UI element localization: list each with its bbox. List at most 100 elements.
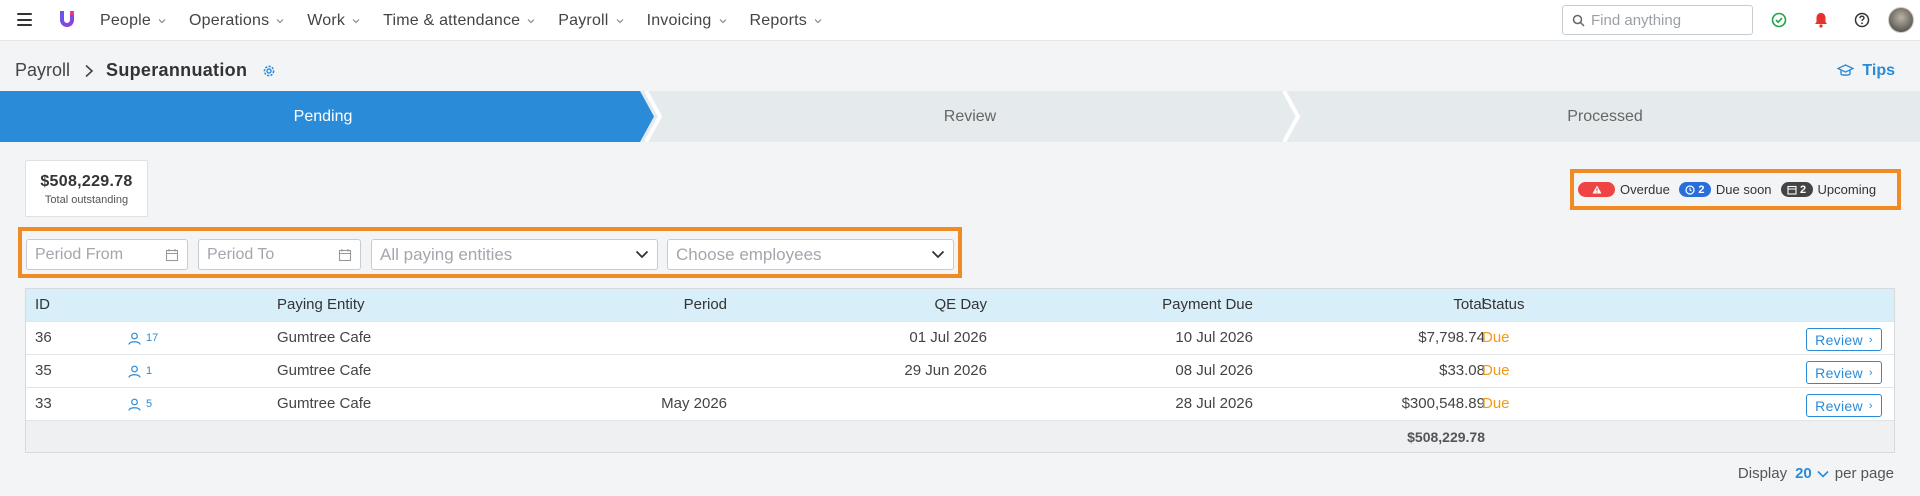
step-pending[interactable]: Pending (0, 91, 646, 142)
page-size-select[interactable]: 20 (1795, 465, 1812, 482)
clock-icon (1685, 184, 1695, 195)
overdue-label: Overdue (1620, 182, 1670, 197)
nav-payroll[interactable]: Payroll (558, 12, 623, 30)
period-from-placeholder: Period From (35, 245, 124, 263)
chevron-down-icon[interactable] (1817, 470, 1829, 478)
row-id: 33 (35, 395, 52, 412)
row-payment-due: 10 Jul 2026 (1175, 329, 1253, 346)
user-icon (128, 332, 141, 345)
chevron-down-icon (158, 18, 166, 23)
employees-select[interactable]: Choose employees (667, 239, 954, 270)
header-period[interactable]: Period (586, 289, 727, 321)
tips-label: Tips (1862, 62, 1895, 79)
employee-count: 17 (146, 332, 159, 344)
menu-icon[interactable] (17, 13, 32, 26)
header-status[interactable]: Status (1482, 289, 1525, 321)
row-entity: Gumtree Cafe (277, 362, 372, 379)
due-soon-count: 2 (1698, 183, 1705, 196)
tips-link[interactable]: Tips (1837, 62, 1895, 80)
main-menu: People Operations Work Time & attendance… (100, 0, 845, 41)
table-row: 35 1 Gumtree Cafe 29 Jun 2026 08 Jul 202… (26, 354, 1894, 387)
row-total: $7,798.74 (1418, 329, 1485, 346)
search-icon (1572, 14, 1585, 27)
paying-entities-placeholder: All paying entities (380, 244, 513, 264)
header-id[interactable]: ID (35, 289, 50, 321)
review-button[interactable]: Review › (1806, 394, 1882, 417)
nav-reports[interactable]: Reports (750, 12, 822, 30)
period-to-placeholder: Period To (207, 245, 275, 263)
logo-icon[interactable] (55, 8, 79, 32)
chevron-right-icon: › (1868, 333, 1873, 346)
pager-prefix: Display (1737, 465, 1788, 482)
help-icon[interactable] (1853, 11, 1871, 29)
total-outstanding-label: Total outstanding (44, 194, 129, 206)
footer-total: $508,229.78 (1407, 429, 1485, 445)
chevron-down-icon (352, 18, 360, 23)
period-to-input[interactable]: Period To (198, 239, 361, 270)
chevron-right-icon (85, 64, 94, 77)
status-badge: Due (1482, 362, 1510, 379)
header-paying-entity[interactable]: Paying Entity (277, 289, 365, 321)
review-button[interactable]: Review › (1806, 361, 1882, 384)
nav-label: Operations (189, 11, 270, 29)
overdue-badge[interactable] (1578, 182, 1615, 197)
employee-count-link[interactable]: 1 (128, 355, 152, 387)
step-review[interactable]: Review (650, 91, 1290, 142)
bell-icon[interactable] (1812, 11, 1830, 29)
upcoming-count: 2 (1799, 183, 1807, 196)
nav-invoicing[interactable]: Invoicing (647, 12, 727, 30)
header-total[interactable]: Total (1326, 289, 1485, 321)
table-header: ID Paying Entity Period QE Day Payment D… (26, 289, 1894, 321)
paying-entities-select[interactable]: All paying entities (371, 239, 658, 270)
chevron-down-icon (616, 18, 623, 23)
nav-people[interactable]: People (100, 12, 166, 30)
nav-label: Reports (749, 11, 807, 29)
chevron-right-icon: › (1868, 399, 1873, 412)
upcoming-badge[interactable]: 2 (1780, 182, 1813, 197)
calendar-icon (1787, 185, 1797, 195)
page-size-control: Display 20 per page (1738, 465, 1894, 482)
search-input[interactable] (1591, 11, 1741, 29)
employee-count: 1 (146, 365, 153, 377)
table-footer: $508,229.78 (26, 420, 1894, 452)
warning-icon (1592, 185, 1601, 194)
chevron-down-icon (527, 18, 535, 23)
row-period: May 2026 (661, 395, 727, 412)
review-button[interactable]: Review › (1806, 328, 1882, 351)
filter-bar: Period From Period To All paying entitie… (18, 227, 962, 278)
breadcrumb-payroll[interactable]: Payroll (15, 60, 70, 81)
employee-count-link[interactable]: 17 (128, 322, 158, 354)
nav-time-attendance[interactable]: Time & attendance (383, 12, 535, 30)
avatar[interactable] (1888, 7, 1914, 33)
step-processed[interactable]: Processed (1290, 91, 1920, 142)
page-title: Superannuation (106, 60, 248, 80)
global-search[interactable] (1562, 5, 1753, 35)
nav-work[interactable]: Work (307, 12, 360, 30)
employee-count-link[interactable]: 5 (128, 388, 152, 420)
row-qe-day: 01 Jul 2026 (909, 329, 987, 346)
row-payment-due: 08 Jul 2026 (1175, 362, 1253, 379)
check-circle-icon[interactable] (1770, 11, 1788, 29)
row-entity: Gumtree Cafe (277, 395, 372, 412)
graduation-cap-icon (1837, 64, 1855, 76)
pager-suffix: per page (1834, 465, 1894, 482)
status-legend: Overdue 2 Due soon 2 Upcoming (1570, 169, 1901, 210)
table-row: 33 5 Gumtree Cafe May 2026 28 Jul 2026 $… (26, 387, 1894, 420)
row-id: 36 (35, 329, 52, 346)
user-icon (128, 365, 141, 378)
nav-label: Payroll (558, 11, 609, 29)
nav-operations[interactable]: Operations (189, 12, 284, 30)
review-label: Review (1815, 331, 1863, 348)
gear-icon[interactable] (261, 63, 277, 79)
chevron-down-icon (719, 18, 726, 23)
row-total: $300,548.89 (1401, 395, 1485, 412)
top-navigation-bar: People Operations Work Time & attendance… (0, 0, 1920, 41)
upcoming-label: Upcoming (1817, 182, 1877, 197)
chevron-down-icon (814, 18, 822, 23)
header-payment-due[interactable]: Payment Due (1086, 289, 1253, 321)
payroll-steps: Pending Review Processed (0, 91, 1920, 142)
period-from-input[interactable]: Period From (26, 239, 188, 270)
chevron-down-icon (931, 250, 945, 259)
due-soon-badge[interactable]: 2 (1678, 182, 1711, 197)
header-qe-day[interactable]: QE Day (826, 289, 987, 321)
